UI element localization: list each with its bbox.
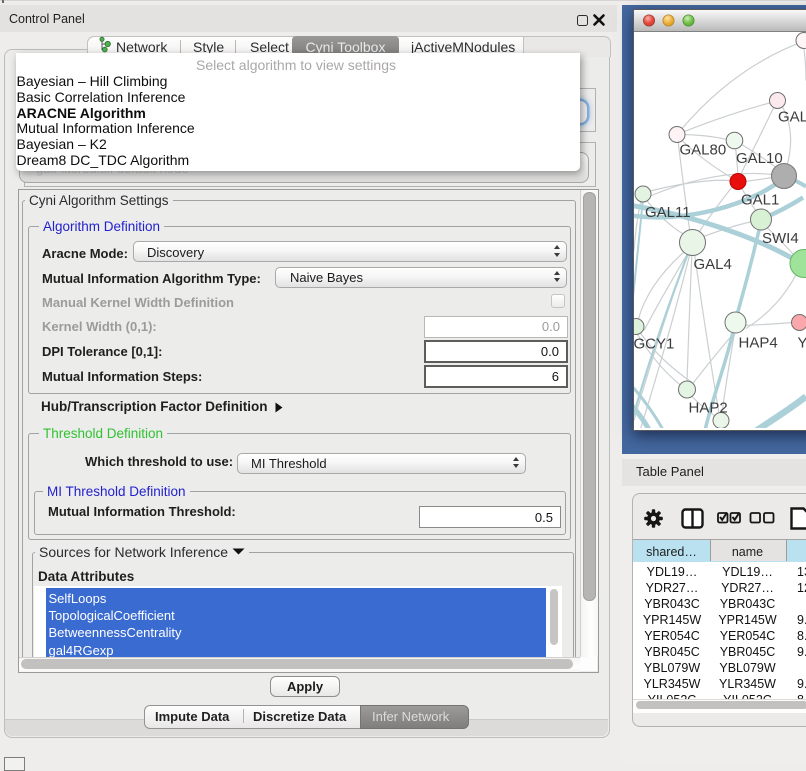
svg-text:GAL7: GAL7 [778,108,806,125]
svg-text:GAL11: GAL11 [645,204,691,221]
svg-text:YD: YD [798,334,806,351]
svg-text:SWI4: SWI4 [762,230,799,247]
svg-text:GAL4: GAL4 [694,256,732,273]
svg-text:HAP2: HAP2 [689,399,728,416]
svg-text:GAL80: GAL80 [680,141,727,158]
svg-text:GAL10: GAL10 [736,150,783,167]
svg-text:HAP4: HAP4 [739,334,778,351]
svg-text:GAL1: GAL1 [741,191,779,208]
svg-text:GCY1: GCY1 [634,335,674,352]
